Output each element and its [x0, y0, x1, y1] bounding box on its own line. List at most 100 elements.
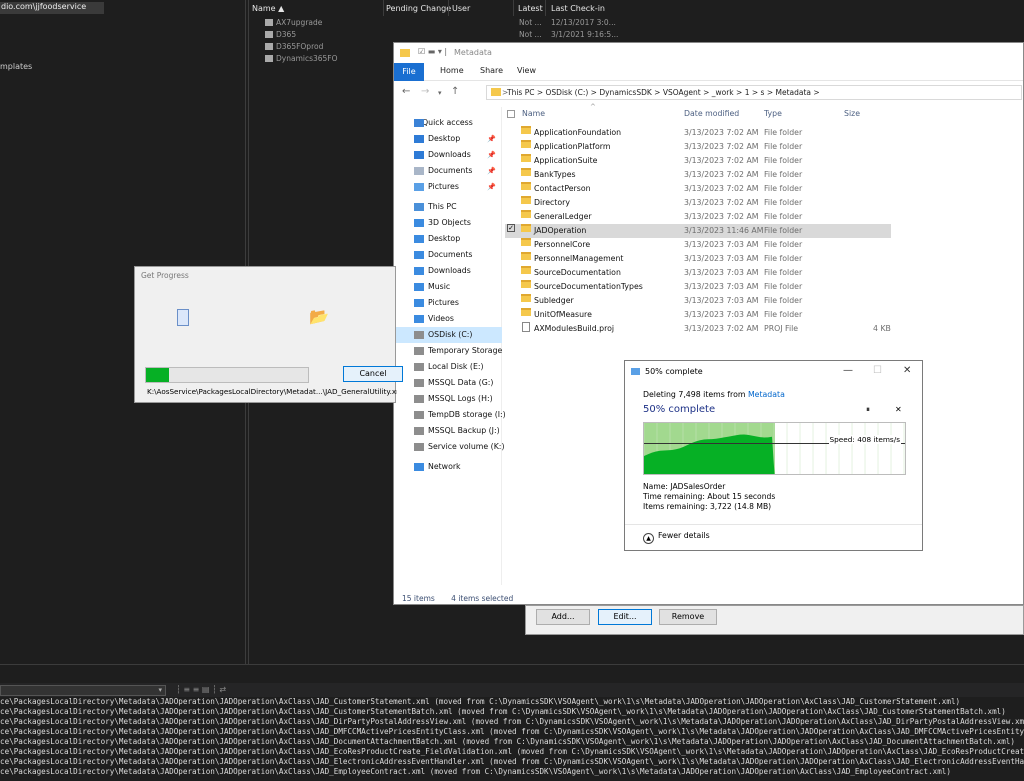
col-header-size[interactable]: Size [844, 109, 860, 118]
forward-arrow-icon[interactable]: → [421, 86, 429, 97]
minimize-button[interactable]: — [843, 365, 853, 376]
file-row[interactable]: ApplicationFoundation 3/13/2023 7:02 AM Fi… [505, 126, 891, 140]
nav-item[interactable]: Local Disk (E:) [394, 359, 502, 375]
remove-button[interactable]: Remove [659, 609, 717, 625]
row-checkbox[interactable]: ✓ [507, 224, 515, 232]
file-row[interactable]: PersonnelManagement 3/13/2023 7:03 AM File… [505, 252, 891, 266]
nav-item[interactable]: Desktop [394, 231, 502, 247]
file-row[interactable]: BankTypes 3/13/2023 7:02 AM File folder [505, 168, 891, 182]
file-row[interactable]: ApplicationPlatform 3/13/2023 7:02 AM File… [505, 140, 891, 154]
col-header-type[interactable]: Type [764, 109, 782, 118]
file-row[interactable]: ContactPerson 3/13/2023 7:02 AM File folde… [505, 182, 891, 196]
nav-item[interactable]: MSSQL Logs (H:) [394, 391, 502, 407]
nav-item[interactable]: Desktop 📌 [394, 131, 502, 147]
file-row[interactable]: AXModulesBuild.proj 3/13/2023 7:02 AM PROJ… [505, 322, 891, 336]
file-row[interactable]: Directory 3/13/2023 7:02 AM File folder [505, 196, 891, 210]
chevron-up-icon: ▲ [643, 533, 654, 544]
col-latest[interactable]: Latest [518, 4, 543, 13]
output-line: ce\PackagesLocalDirectory\Metadata\JADOp… [0, 697, 961, 706]
col-header-date[interactable]: Date modified [684, 109, 739, 118]
nav-item[interactable]: Downloads 📌 [394, 147, 502, 163]
file-row[interactable]: ApplicationSuite 3/13/2023 7:02 AM File fo… [505, 154, 891, 168]
get-progress-bar [145, 367, 309, 383]
nav-item[interactable]: This PC [394, 199, 502, 215]
file-row[interactable]: ✓ JADOperation 3/13/2023 11:46 AM File fold… [505, 224, 891, 238]
file-row[interactable]: UnitOfMeasure 3/13/2023 7:03 AM File folde… [505, 308, 891, 322]
nav-item[interactable]: Videos [394, 311, 502, 327]
folder-icon [521, 294, 531, 302]
nav-item[interactable]: TempDB storage (I:) [394, 407, 506, 423]
file-row[interactable]: SourceDocumentationTypes 3/13/2023 7:03 A… [505, 280, 891, 294]
templates-item[interactable]: mplates [0, 62, 32, 71]
workspace-row[interactable]: D365 Not ... 3/1/2021 9:16:5... [265, 30, 1024, 42]
tab-home[interactable]: Home [440, 66, 464, 75]
output-source-combo[interactable]: ▾ [0, 685, 166, 696]
nav-item[interactable]: Temporary Storage [394, 343, 502, 359]
nav-item[interactable]: Music [394, 279, 502, 295]
nav-item[interactable]: OSDisk (C:) [394, 327, 502, 343]
breadcrumb[interactable]: This PC > OSDisk (C:) > DynamicsSDK > VS… [507, 88, 820, 97]
nav-item-icon [414, 219, 424, 227]
nav-item[interactable]: Pictures 📌 [394, 179, 502, 195]
workspace-icon [265, 31, 273, 38]
col-pending-change[interactable]: Pending Change [386, 4, 451, 13]
nav-item-icon [414, 235, 424, 243]
nav-item[interactable]: Network [394, 459, 502, 475]
file-name: BankTypes [534, 170, 576, 179]
tab-view[interactable]: View [517, 66, 536, 75]
folder-icon [521, 182, 531, 190]
qat-icons[interactable]: ☑ ▬ ▾ | [418, 47, 447, 56]
file-row[interactable]: GeneralLedger 3/13/2023 7:02 AM File folde… [505, 210, 891, 224]
col-header-name[interactable]: Name [522, 109, 545, 118]
workspace-server-item[interactable]: dio.com\jjfoodservice [0, 2, 104, 14]
nav-item[interactable]: Service volume (K:) [394, 439, 504, 455]
nav-item[interactable]: MSSQL Data (G:) [394, 375, 502, 391]
output-line: ce\PackagesLocalDirectory\Metadata\JADOp… [0, 767, 951, 776]
col-name[interactable]: Name ▲ [252, 4, 284, 13]
stop-button[interactable]: ✕ [895, 405, 902, 414]
metadata-link[interactable]: Metadata [748, 390, 785, 399]
back-arrow-icon[interactable]: ← [402, 86, 410, 97]
nav-item[interactable]: 3D Objects [394, 215, 502, 231]
nav-item-label: Downloads [428, 266, 471, 275]
workspace-row[interactable]: AX7upgrade Not ... 12/13/2017 3:0... [265, 18, 1024, 30]
address-bar[interactable]: > This PC > OSDisk (C:) > DynamicsSDK > … [486, 85, 1022, 100]
tab-share[interactable]: Share [480, 66, 503, 75]
pause-button[interactable]: ⏸ [866, 405, 870, 415]
file-row[interactable]: PersonnelCore 3/13/2023 7:03 AM File folde… [505, 238, 891, 252]
select-all-checkbox[interactable] [507, 110, 515, 118]
output-line: ce\PackagesLocalDirectory\Metadata\JADOp… [0, 757, 1024, 766]
edit-button[interactable]: Edit... [598, 609, 652, 625]
pin-icon: 📌 [487, 135, 496, 143]
file-row[interactable]: SourceDocumentation 3/13/2023 7:03 AM File… [505, 266, 891, 280]
recent-chevron-icon[interactable]: ▾ [438, 89, 442, 97]
get-progress-dialog: Get Progress 📂 Cancel K:\AosService\Pack… [134, 266, 403, 403]
close-button[interactable]: ✕ [903, 365, 911, 376]
file-size: 4 KB [873, 324, 891, 333]
workspace-name: Dynamics365FO [276, 54, 338, 63]
output-toolbar-icons[interactable]: ┆ ≡ ≡ ▤ ┆ ⇄ [176, 685, 226, 694]
add-button[interactable]: Add... [536, 609, 590, 625]
fewer-details-button[interactable]: ▲ Fewer details [643, 531, 710, 544]
file-row[interactable]: Subledger 3/13/2023 7:03 AM File folder [505, 294, 891, 308]
nav-item-label: MSSQL Backup (J:) [428, 426, 500, 435]
file-type: File folder [764, 254, 803, 263]
col-user[interactable]: User [452, 4, 470, 13]
nav-item[interactable]: MSSQL Backup (J:) [394, 423, 502, 439]
file-date: 3/13/2023 7:02 AM [684, 324, 759, 333]
folder-icon [521, 238, 531, 246]
file-date: 3/13/2023 7:03 AM [684, 254, 759, 263]
cancel-button[interactable]: Cancel [343, 366, 403, 382]
nav-item[interactable]: Documents [394, 247, 502, 263]
nav-item[interactable]: Quick access [394, 115, 502, 131]
nav-item[interactable]: Pictures [394, 295, 502, 311]
file-type: File folder [764, 296, 803, 305]
col-last-checkin[interactable]: Last Check-in [551, 4, 605, 13]
folder-icon [521, 252, 531, 260]
nav-item[interactable]: Downloads [394, 263, 502, 279]
nav-item-label: Network [428, 462, 461, 471]
nav-item[interactable]: Documents 📌 [394, 163, 502, 179]
up-arrow-icon[interactable]: ↑ [451, 86, 459, 97]
tab-file[interactable]: File [394, 63, 424, 81]
items-remaining: Items remaining: 3,722 (14.8 MB) [643, 502, 772, 511]
